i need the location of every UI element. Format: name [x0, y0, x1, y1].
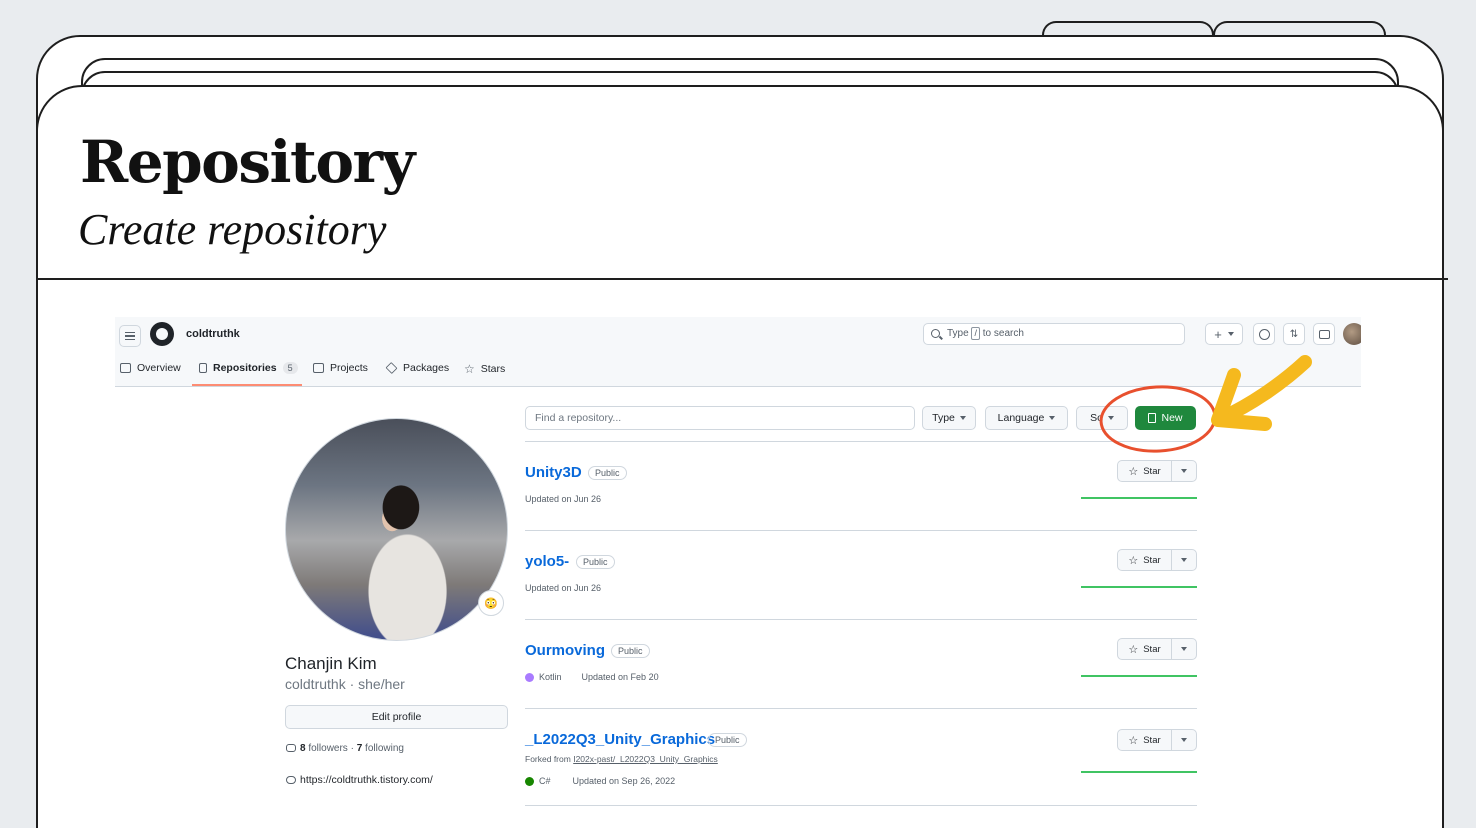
star-icon: ☆: [1128, 554, 1139, 567]
menu-icon[interactable]: [119, 325, 141, 347]
people-icon: [286, 744, 296, 753]
profile-full-name: Chanjin Kim: [285, 654, 377, 673]
repo-language-updated: Kotlin Updated on Feb 20: [525, 672, 659, 682]
star-icon: ☆: [1128, 643, 1139, 656]
star-icon: ☆: [464, 362, 475, 376]
chevron-down-icon: [1181, 647, 1187, 651]
chevron-down-icon: [1049, 416, 1056, 420]
slide-subtitle: Create repository: [78, 205, 387, 254]
followers-following: 8 followers · 7 following: [286, 743, 404, 754]
star-button[interactable]: ☆ Star: [1117, 638, 1197, 660]
visibility-badge: Public: [708, 733, 747, 747]
type-filter-button[interactable]: Type: [922, 406, 976, 430]
pull-request-icon[interactable]: ⇅: [1283, 323, 1305, 345]
user-avatar[interactable]: [1343, 323, 1361, 345]
star-button[interactable]: ☆ Star: [1117, 729, 1197, 751]
profile-login-pronouns: coldtruthk · she/her: [285, 676, 405, 692]
profile-photo[interactable]: [285, 418, 508, 641]
activity-sparkline: [1081, 586, 1197, 588]
repo-list-item: _L2022Q3_Unity_Graphics Public Forked fr…: [525, 708, 1197, 806]
repo-name-link[interactable]: yolo5-: [525, 553, 569, 570]
chevron-down-icon: [1181, 469, 1187, 473]
repo-list-item: Unity3D Public Updated on Jun 26 ☆ Star: [525, 441, 1197, 530]
tab-projects[interactable]: Projects: [313, 362, 368, 374]
search-shortcut-key: /: [971, 327, 980, 340]
plus-icon: +: [1214, 326, 1222, 342]
star-list-dropdown[interactable]: [1172, 461, 1196, 481]
issue-circle-icon[interactable]: [1253, 323, 1275, 345]
website-link[interactable]: https://coldtruthk.tistory.com/: [300, 774, 433, 786]
star-button[interactable]: ☆ Star: [1117, 460, 1197, 482]
repo-updated: Updated on Jun 26: [525, 583, 602, 593]
repo-name-link[interactable]: Ourmoving: [525, 642, 605, 659]
tab-stars[interactable]: ☆ Stars: [464, 362, 505, 376]
repositories-count: 5: [282, 362, 298, 374]
status-emoji-badge[interactable]: 😳: [478, 590, 504, 616]
star-list-dropdown[interactable]: [1172, 550, 1196, 570]
repo-name-link[interactable]: Unity3D: [525, 464, 582, 481]
tab-repositories[interactable]: Repositories 5: [199, 362, 298, 374]
repo-name-link[interactable]: _L2022Q3_Unity_Graphics: [525, 731, 715, 748]
github-logo-icon[interactable]: [150, 322, 174, 346]
package-icon: [385, 362, 398, 374]
repo-updated: Updated on Jun 26: [525, 494, 602, 504]
language-color-dot: [525, 776, 534, 786]
activity-sparkline: [1081, 771, 1197, 773]
repo-list-item: Ourmoving Public Kotlin Updated on Feb 20…: [525, 619, 1197, 708]
star-icon: ☆: [1128, 465, 1139, 478]
create-new-dropdown[interactable]: +: [1205, 323, 1243, 345]
language-color-dot: [525, 672, 534, 682]
chevron-down-icon: [1227, 332, 1234, 336]
tab-packages[interactable]: Packages: [385, 362, 449, 374]
star-icon: ☆: [1128, 734, 1139, 747]
title-divider: [36, 278, 1448, 280]
activity-sparkline: [1081, 497, 1197, 499]
chevron-down-icon: [1181, 558, 1187, 562]
new-repository-button[interactable]: New: [1135, 406, 1196, 430]
github-profile-screenshot: coldtruthk Type / to search + ⇅ Overview…: [115, 317, 1361, 828]
chevron-down-icon: [959, 416, 966, 420]
search-input[interactable]: Type / to search: [923, 323, 1185, 345]
visibility-badge: Public: [576, 555, 615, 569]
link-icon: [286, 776, 296, 785]
search-icon: [931, 329, 940, 338]
repo-list-item: yolo5- Public Updated on Jun 26 ☆ Star: [525, 530, 1197, 619]
edit-profile-button[interactable]: Edit profile: [285, 705, 508, 729]
visibility-badge: Public: [611, 644, 650, 658]
tab-overview[interactable]: Overview: [120, 362, 181, 374]
forked-from-link[interactable]: I202x-past/_L2022Q3_Unity_Graphics: [573, 754, 718, 764]
repo-language-updated: C# Updated on Sep 26, 2022: [525, 776, 675, 786]
star-list-dropdown[interactable]: [1172, 639, 1196, 659]
activity-sparkline: [1081, 675, 1197, 677]
profile-website: https://coldtruthk.tistory.com/: [286, 774, 433, 786]
active-tab-indicator: [192, 384, 302, 386]
forked-from: Forked from I202x-past/_L2022Q3_Unity_Gr…: [525, 754, 718, 764]
repo-icon: [199, 363, 207, 373]
slide-title: Repository: [80, 128, 415, 196]
inbox-icon[interactable]: [1313, 323, 1335, 345]
find-repository-input[interactable]: Find a repository...: [525, 406, 915, 430]
visibility-badge: Public: [588, 466, 627, 480]
language-filter-button[interactable]: Language: [985, 406, 1068, 430]
book-icon: [120, 363, 131, 373]
table-icon: [313, 363, 324, 373]
header-username[interactable]: coldtruthk: [186, 328, 240, 340]
sort-filter-button[interactable]: So: [1076, 406, 1128, 430]
star-list-dropdown[interactable]: [1172, 730, 1196, 750]
chevron-down-icon: [1107, 416, 1114, 420]
repo-icon: [1148, 413, 1157, 423]
chevron-down-icon: [1181, 738, 1187, 742]
star-button[interactable]: ☆ Star: [1117, 549, 1197, 571]
